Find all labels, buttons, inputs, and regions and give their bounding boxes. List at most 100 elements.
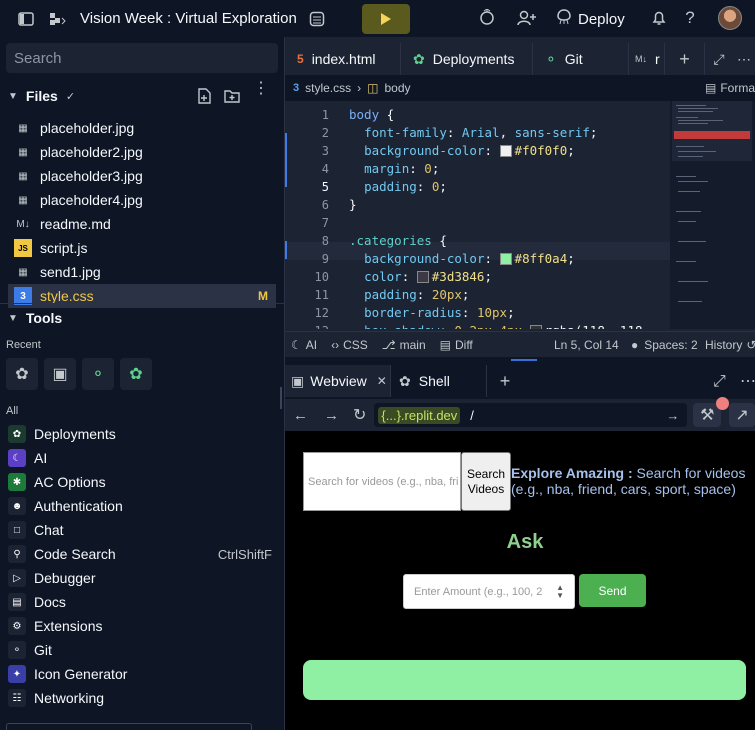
status-branch[interactable]: ⎇ main [382, 338, 426, 352]
invite-user-icon[interactable] [511, 2, 543, 34]
file-name: placeholder4.jpg [40, 192, 143, 208]
status-position[interactable]: Ln 5, Col 14 [554, 338, 619, 352]
tool-item-debugger[interactable]: ▷ Debugger [8, 566, 280, 590]
tool-item-chat[interactable]: □ Chat [8, 518, 280, 542]
code-line: .categories { [349, 233, 447, 248]
file-item[interactable]: ▦ placeholder.jpg [8, 116, 276, 140]
tool-label: Networking [34, 690, 105, 706]
more-options-icon[interactable]: ⋮ [253, 81, 269, 97]
refresh-icon[interactable]: ↻ [353, 405, 366, 425]
line-number: 6 [321, 198, 329, 212]
code-line: padding: 20px; [364, 287, 470, 302]
file-item[interactable]: 3 style.css M [8, 284, 276, 308]
wrench-icon: ⚒ [700, 407, 715, 424]
stepper-icon[interactable]: ▲ ▼ [556, 583, 564, 600]
format-button[interactable]: ▤ Forma [705, 81, 755, 95]
recent-git-button[interactable]: ⚬ [82, 358, 114, 390]
breadcrumb-selector[interactable]: body [384, 81, 410, 95]
new-tab-button[interactable]: + [665, 43, 705, 75]
tool-label: Git [34, 642, 52, 658]
tool-item-authentication[interactable]: ☻ Authentication [8, 494, 280, 518]
breadcrumb-file[interactable]: style.css [305, 81, 351, 95]
deploy-icon: ✿ [129, 366, 143, 383]
video-search-input[interactable]: Search for videos (e.g., nba, fri [303, 452, 461, 511]
status-ai[interactable]: ☾ AI [291, 338, 317, 352]
tool-item-docs[interactable]: ▤ Docs [8, 590, 280, 614]
tool-item-ac-options[interactable]: ✱ AC Options [8, 470, 280, 494]
pane-resize-handle[interactable] [511, 359, 537, 361]
recent-deployments-button[interactable]: ✿ [6, 358, 38, 390]
tab-deployments[interactable]: ✿ Deployments [401, 43, 533, 75]
file-name: placeholder.jpg [40, 120, 135, 136]
status-history[interactable]: History ↺ [705, 338, 755, 352]
send-button[interactable]: Send [579, 574, 646, 607]
branch-icon: ⎇ [381, 337, 396, 352]
new-folder-icon[interactable] [224, 89, 240, 108]
line-number: 13 [285, 324, 329, 329]
search-videos-button[interactable]: Search Videos [461, 452, 511, 511]
amount-input[interactable]: Enter Amount (e.g., 100, 2 ▲ ▼ [403, 574, 575, 609]
tab-webview[interactable]: ▣ Webview ✕ [285, 365, 391, 397]
tool-item-icon-generator[interactable]: ✦ Icon Generator [8, 662, 280, 686]
spreadsheet-icon[interactable] [301, 3, 333, 35]
modified-badge: M [258, 289, 268, 303]
back-icon[interactable]: ← [293, 407, 308, 424]
devtools-button[interactable]: ⚒ [693, 397, 730, 427]
recent-deployments-2-button[interactable]: ✿ [120, 358, 152, 390]
file-item[interactable]: ▦ placeholder3.jpg [8, 164, 276, 188]
code-area[interactable]: 1 body { 2 font-family: Arial, sans-seri… [285, 101, 670, 329]
explore-text: Explore Amazing : Search for videos (e.g… [511, 465, 746, 497]
tab-shell[interactable]: ✿ Shell [391, 365, 487, 397]
open-new-window-icon[interactable]: ↗ [729, 403, 755, 427]
new-file-icon[interactable] [197, 88, 211, 107]
deploy-button[interactable]: Deploy [556, 5, 625, 33]
help-icon[interactable]: ? [674, 2, 706, 34]
bottom-input[interactable] [6, 723, 252, 730]
files-header[interactable]: ▼ Files ✓ [8, 88, 75, 104]
file-name: readme.md [40, 216, 111, 232]
line-number: 11 [314, 288, 329, 302]
tool-item-code-search[interactable]: ⚲ Code Search CtrlShiftF [8, 542, 280, 566]
code-line: background-color: #8ff0a4; [364, 251, 575, 266]
tab-readme[interactable]: M↓ r [629, 43, 665, 75]
file-item[interactable]: ▦ send1.jpg [8, 260, 276, 284]
file-item[interactable]: ▦ placeholder4.jpg [8, 188, 276, 212]
address-field[interactable]: {...}.replit.dev / → [374, 403, 688, 427]
tool-item-ai[interactable]: ☾ AI [8, 446, 280, 470]
tools-header[interactable]: ▼ Tools [8, 310, 62, 326]
code-line: background-color: #f0f0f0; [364, 143, 575, 158]
status-spaces[interactable]: ● Spaces: 2 [631, 338, 698, 352]
file-item[interactable]: M↓ readme.md [8, 212, 276, 236]
tool-item-deployments[interactable]: ✿ Deployments [8, 422, 280, 446]
minimap[interactable] [670, 101, 755, 329]
more-options-icon[interactable]: ⋯ [740, 371, 755, 391]
file-item[interactable]: JS script.js [8, 236, 276, 260]
tool-item-networking[interactable]: ☷ Networking [8, 686, 280, 710]
go-icon[interactable]: → [666, 408, 679, 423]
more-options-icon[interactable]: ⋯ [733, 43, 755, 75]
status-diff[interactable]: ▤ Diff [440, 338, 473, 352]
close-icon[interactable]: ✕ [377, 374, 387, 388]
status-language[interactable]: ‹› CSS [331, 338, 368, 352]
forward-icon[interactable]: → [324, 407, 339, 424]
workspace-icon[interactable] [42, 3, 74, 35]
tab-index-html[interactable]: 5 index.html [285, 43, 401, 75]
project-title[interactable]: Vision Week : Virtual Exploration [80, 10, 297, 27]
shell-icon: ✿ [399, 372, 411, 389]
search-input[interactable]: Search [6, 43, 278, 73]
file-item[interactable]: ▦ placeholder2.jpg [8, 140, 276, 164]
tool-item-extensions[interactable]: ⚙ Extensions [8, 614, 280, 638]
tool-item-git[interactable]: ⚬ Git [8, 638, 280, 662]
tab-git[interactable]: ⚬ Git [533, 43, 629, 75]
run-button[interactable] [362, 4, 410, 34]
history-icon: ↺ [746, 337, 755, 352]
sidebar-toggle-icon[interactable] [10, 3, 42, 35]
panel-resize-handle[interactable] [280, 387, 282, 409]
new-tab-button[interactable]: + [487, 365, 523, 397]
branch-up-icon[interactable] [471, 2, 503, 34]
maximize-icon[interactable]: ⤢ [705, 43, 733, 75]
recent-webview-button[interactable]: ▣ [44, 358, 76, 390]
avatar[interactable] [718, 6, 742, 30]
bell-icon[interactable] [643, 2, 675, 34]
maximize-icon[interactable]: ⤢ [713, 373, 726, 391]
